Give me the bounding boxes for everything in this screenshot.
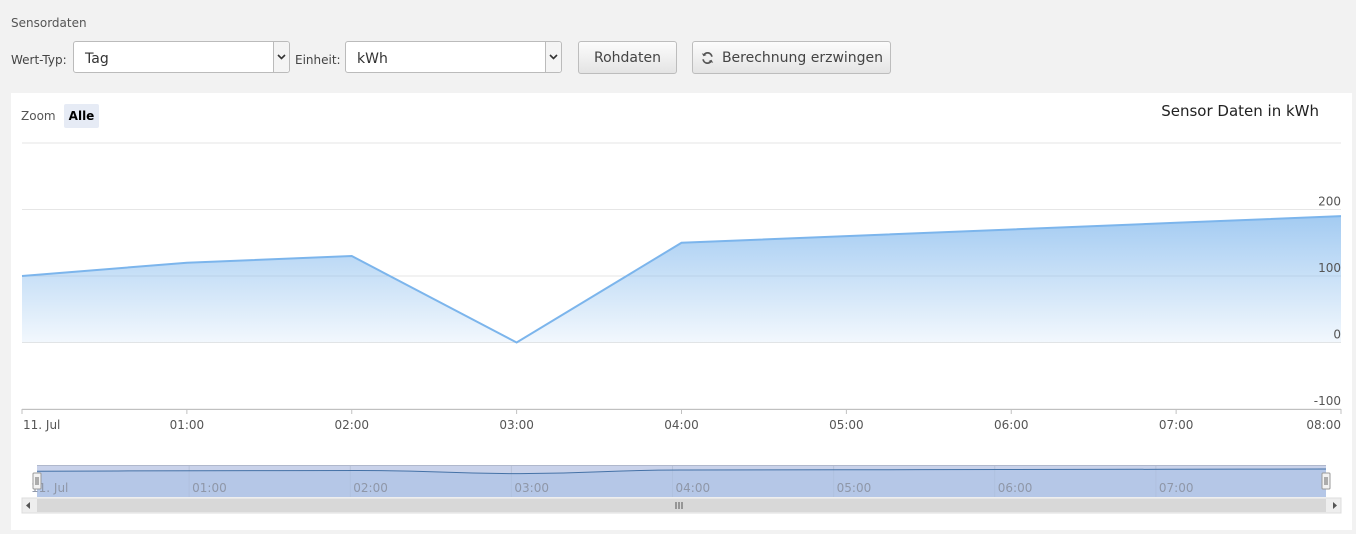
data-point bbox=[350, 254, 354, 258]
berechnung-erzwingen-button[interactable]: Berechnung erzwingen bbox=[692, 41, 891, 74]
rohdaten-button-label: Rohdaten bbox=[594, 49, 661, 66]
rohdaten-button[interactable]: Rohdaten bbox=[578, 41, 677, 74]
data-point bbox=[844, 234, 848, 238]
navigator-tick-label: 01:00 bbox=[192, 481, 227, 495]
x-tick-label: 07:00 bbox=[1159, 418, 1194, 432]
refresh-icon bbox=[701, 51, 714, 64]
navigator-handle[interactable] bbox=[32, 472, 42, 490]
data-point bbox=[680, 241, 684, 245]
navigator[interactable]: 11. Jul 01:00 02:00 03:00 04:00 05:00 06:00 07:… bbox=[21, 465, 1342, 514]
y-tick-label: 200 bbox=[1318, 195, 1341, 209]
chevron-down-icon[interactable] bbox=[273, 42, 289, 72]
data-point bbox=[1009, 227, 1013, 231]
zoom-label: Zoom bbox=[21, 109, 56, 123]
navigator-tick-label: 07:00 bbox=[1159, 481, 1194, 495]
data-point bbox=[185, 261, 189, 265]
y-tick-label: -100 bbox=[1314, 394, 1341, 408]
x-axis-labels: 11. Jul 01:00 02:00 03:00 04:00 05:00 06:00 07:… bbox=[21, 409, 1342, 432]
x-tick-label: 11. Jul bbox=[23, 418, 60, 432]
section-title: Sensordaten bbox=[11, 16, 87, 30]
navigator-handle[interactable] bbox=[1321, 472, 1331, 490]
chevron-down-icon[interactable] bbox=[545, 42, 561, 72]
navigator-tick-label: 02:00 bbox=[353, 481, 388, 495]
einheit-label: Einheit: bbox=[295, 53, 341, 67]
x-tick-label: 02:00 bbox=[334, 418, 369, 432]
einheit-value: kWh bbox=[357, 51, 388, 67]
einheit-select[interactable]: kWh bbox=[345, 41, 562, 73]
data-point bbox=[1174, 221, 1178, 225]
berechnung-erzwingen-label: Berechnung erzwingen bbox=[721, 49, 884, 66]
zoom-all-label[interactable]: Alle bbox=[69, 109, 95, 123]
navigator-tick-label: 03:00 bbox=[514, 481, 549, 495]
x-tick-label: 03:00 bbox=[499, 418, 534, 432]
x-tick-label: 06:00 bbox=[994, 418, 1029, 432]
chart-panel: Zoom Alle Sensor Daten in kWh 200 100 0 -10… bbox=[11, 93, 1352, 530]
toolbar: Wert-Typ: Tag Einheit: kWh Rohdaten Bere… bbox=[0, 40, 1356, 76]
data-point bbox=[515, 341, 519, 345]
wert-typ-select[interactable]: Tag bbox=[73, 41, 290, 73]
navigator-tick-label: 05:00 bbox=[837, 481, 872, 495]
chart-title: Sensor Daten in kWh bbox=[1161, 102, 1319, 120]
x-tick-label: 05:00 bbox=[829, 418, 864, 432]
navigator-scrollbar[interactable] bbox=[21, 497, 1342, 514]
y-tick-label: 100 bbox=[1318, 261, 1341, 275]
navigator-tick-label: 06:00 bbox=[998, 481, 1033, 495]
wert-typ-value: Tag bbox=[85, 51, 109, 67]
navigator-tick-label: 04:00 bbox=[676, 481, 711, 495]
x-tick-label: 01:00 bbox=[170, 418, 205, 432]
x-tick-label: 04:00 bbox=[664, 418, 699, 432]
x-tick-label: 08:00 bbox=[1306, 418, 1341, 432]
wert-typ-label: Wert-Typ: bbox=[11, 53, 67, 67]
y-tick-label: 0 bbox=[1333, 328, 1341, 342]
data-point bbox=[1339, 214, 1343, 218]
data-area bbox=[20, 214, 1343, 345]
data-point bbox=[20, 274, 24, 278]
series-area-fill bbox=[22, 216, 1341, 343]
sensor-chart: Zoom Alle Sensor Daten in kWh 200 100 0 -10… bbox=[20, 102, 1343, 514]
